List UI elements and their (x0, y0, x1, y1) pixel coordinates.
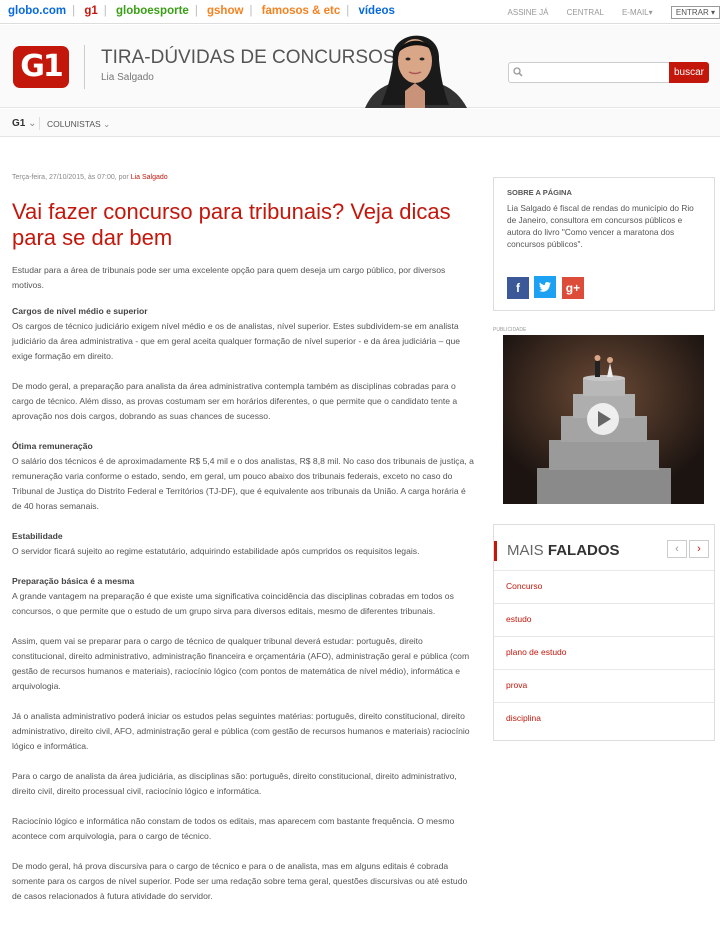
paragraph: A grande vantagem na preparação é que ex… (12, 591, 454, 616)
section-nav: G1 ⌄ COLUNISTAS ⌄ (0, 109, 720, 137)
search-input[interactable] (508, 62, 670, 83)
paragraph: O salário dos técnicos é de aproximadame… (12, 456, 474, 511)
article-author-link[interactable]: Lia Salgado (131, 174, 168, 181)
author-portrait (355, 25, 475, 108)
tag-disciplina[interactable]: disciplina (494, 702, 714, 735)
google-plus-icon[interactable]: g+ (561, 277, 584, 299)
link-gshow[interactable]: gshow (207, 5, 243, 17)
divider: | (72, 5, 76, 17)
about-page-box: SOBRE A PÁGINA Lia Salgado é fiscal de r… (493, 177, 715, 311)
divider (39, 117, 40, 130)
section-heading: Estabilidade (12, 531, 63, 541)
central-link[interactable]: CENTRAL (567, 8, 604, 17)
mais-falados-label: MAIS (507, 542, 544, 559)
email-link[interactable]: E-MAIL▾ (622, 8, 653, 17)
portal-links: globo.com | g1 | globoesporte | gshow | famo… (8, 5, 401, 17)
paragraph: Raciocínio lógico e informática não cons… (12, 816, 455, 841)
section-heading: Ótima remuneração (12, 441, 93, 451)
paragraph: Para o cargo de analista da área judiciá… (12, 771, 457, 796)
facebook-icon[interactable]: f (507, 277, 529, 299)
article-date: Terça-feira, 27/10/2015, às 07:00, por (12, 174, 129, 181)
search-box: buscar (508, 62, 709, 83)
article-lead: Estudar para a área de tribunais pode se… (12, 265, 446, 290)
mais-falados-heading: MAIS FALADOS (494, 541, 620, 561)
blog-title[interactable]: TIRA-DÚVIDAS DE CONCURSOS (101, 47, 396, 69)
prev-arrow-button[interactable]: ‹ (667, 540, 687, 558)
divider: | (194, 5, 198, 17)
next-arrow-button[interactable]: › (689, 540, 709, 558)
entrar-button[interactable]: ENTRAR ▾ (670, 6, 720, 19)
paragraph: De modo geral, a preparação para analist… (12, 381, 458, 421)
mais-falados-bold: FALADOS (547, 542, 620, 559)
paragraph: Assim, quem vai se preparar para o cargo… (12, 636, 470, 691)
mais-falados-box: MAIS FALADOS ‹ › Concurso estudo plano d… (493, 524, 715, 741)
search-icon (513, 67, 523, 77)
globo-top-bar: globo.com | g1 | globoesporte | gshow | famo… (0, 0, 720, 24)
article: Terça-feira, 27/10/2015, às 07:00, por L… (12, 174, 474, 919)
blog-author: Lia Salgado (101, 72, 154, 83)
tag-concurso[interactable]: Concurso (494, 570, 714, 603)
paragraph: De modo geral, há prova discursiva para … (12, 861, 468, 901)
social-share: f g+ (507, 276, 585, 299)
article-meta: Terça-feira, 27/10/2015, às 07:00, por L… (12, 174, 474, 181)
paragraph: Os cargos de técnico judiciário exigem n… (12, 321, 461, 361)
tag-estudo[interactable]: estudo (494, 603, 714, 636)
advertisement-label: PUBLICIDADE (493, 327, 527, 333)
link-globoesporte[interactable]: globoesporte (116, 5, 189, 17)
link-videos[interactable]: vídeos (358, 5, 394, 17)
chevron-down-icon: ▾ (710, 8, 715, 17)
about-title: SOBRE A PÁGINA (507, 188, 572, 197)
chevron-down-icon: ⌄ (28, 118, 37, 129)
divider (84, 45, 85, 89)
twitter-icon[interactable] (534, 276, 557, 298)
divider: | (103, 5, 107, 17)
entrar-label: ENTRAR (675, 8, 709, 17)
divider: | (249, 5, 253, 17)
nav-g1-label: G1 (12, 118, 26, 129)
divider: | (346, 5, 350, 17)
article-body: Cargos de nível médio e superior Os carg… (12, 304, 474, 904)
section-heading: Cargos de nível médio e superior (12, 306, 148, 316)
tag-list: Concurso estudo plano de estudo prova di… (494, 570, 714, 735)
tag-prova[interactable]: prova (494, 669, 714, 702)
nav-colunistas-label: COLUNISTAS (47, 119, 101, 129)
video-ad[interactable] (503, 335, 704, 504)
chevron-down-icon: ▾ (648, 8, 653, 17)
section-heading: Preparação básica é a mesma (12, 576, 135, 586)
nav-g1-menu[interactable]: G1 ⌄ (12, 118, 37, 129)
nav-colunistas-menu[interactable]: COLUNISTAS ⌄ (47, 119, 110, 130)
chevron-down-icon: ⌄ (103, 119, 111, 129)
paragraph: O servidor ficará sujeito ao regime esta… (12, 546, 420, 556)
g1-logo[interactable]: G1 (13, 46, 69, 88)
search-button[interactable]: buscar (669, 62, 709, 83)
tag-plano-de-estudo[interactable]: plano de estudo (494, 636, 714, 669)
paragraph: Já o analista administrativo poderá inic… (12, 711, 470, 751)
link-g1[interactable]: g1 (84, 5, 97, 17)
about-text: Lia Salgado é fiscal de rendas do municí… (507, 203, 694, 249)
email-label: E-MAIL (621, 8, 649, 17)
blog-header: G1 TIRA-DÚVIDAS DE CONCURSOS Lia Salgado… (0, 25, 720, 108)
article-title: Vai fazer concurso para tribunais? Veja … (12, 199, 451, 250)
link-famosos[interactable]: famosos & etc (262, 5, 341, 17)
assine-link[interactable]: ASSINE JÁ (508, 8, 549, 17)
account-links: ASSINE JÁ CENTRAL E-MAIL▾ ENTRAR ▾ (492, 6, 720, 19)
link-globocom[interactable]: globo.com (8, 5, 66, 17)
